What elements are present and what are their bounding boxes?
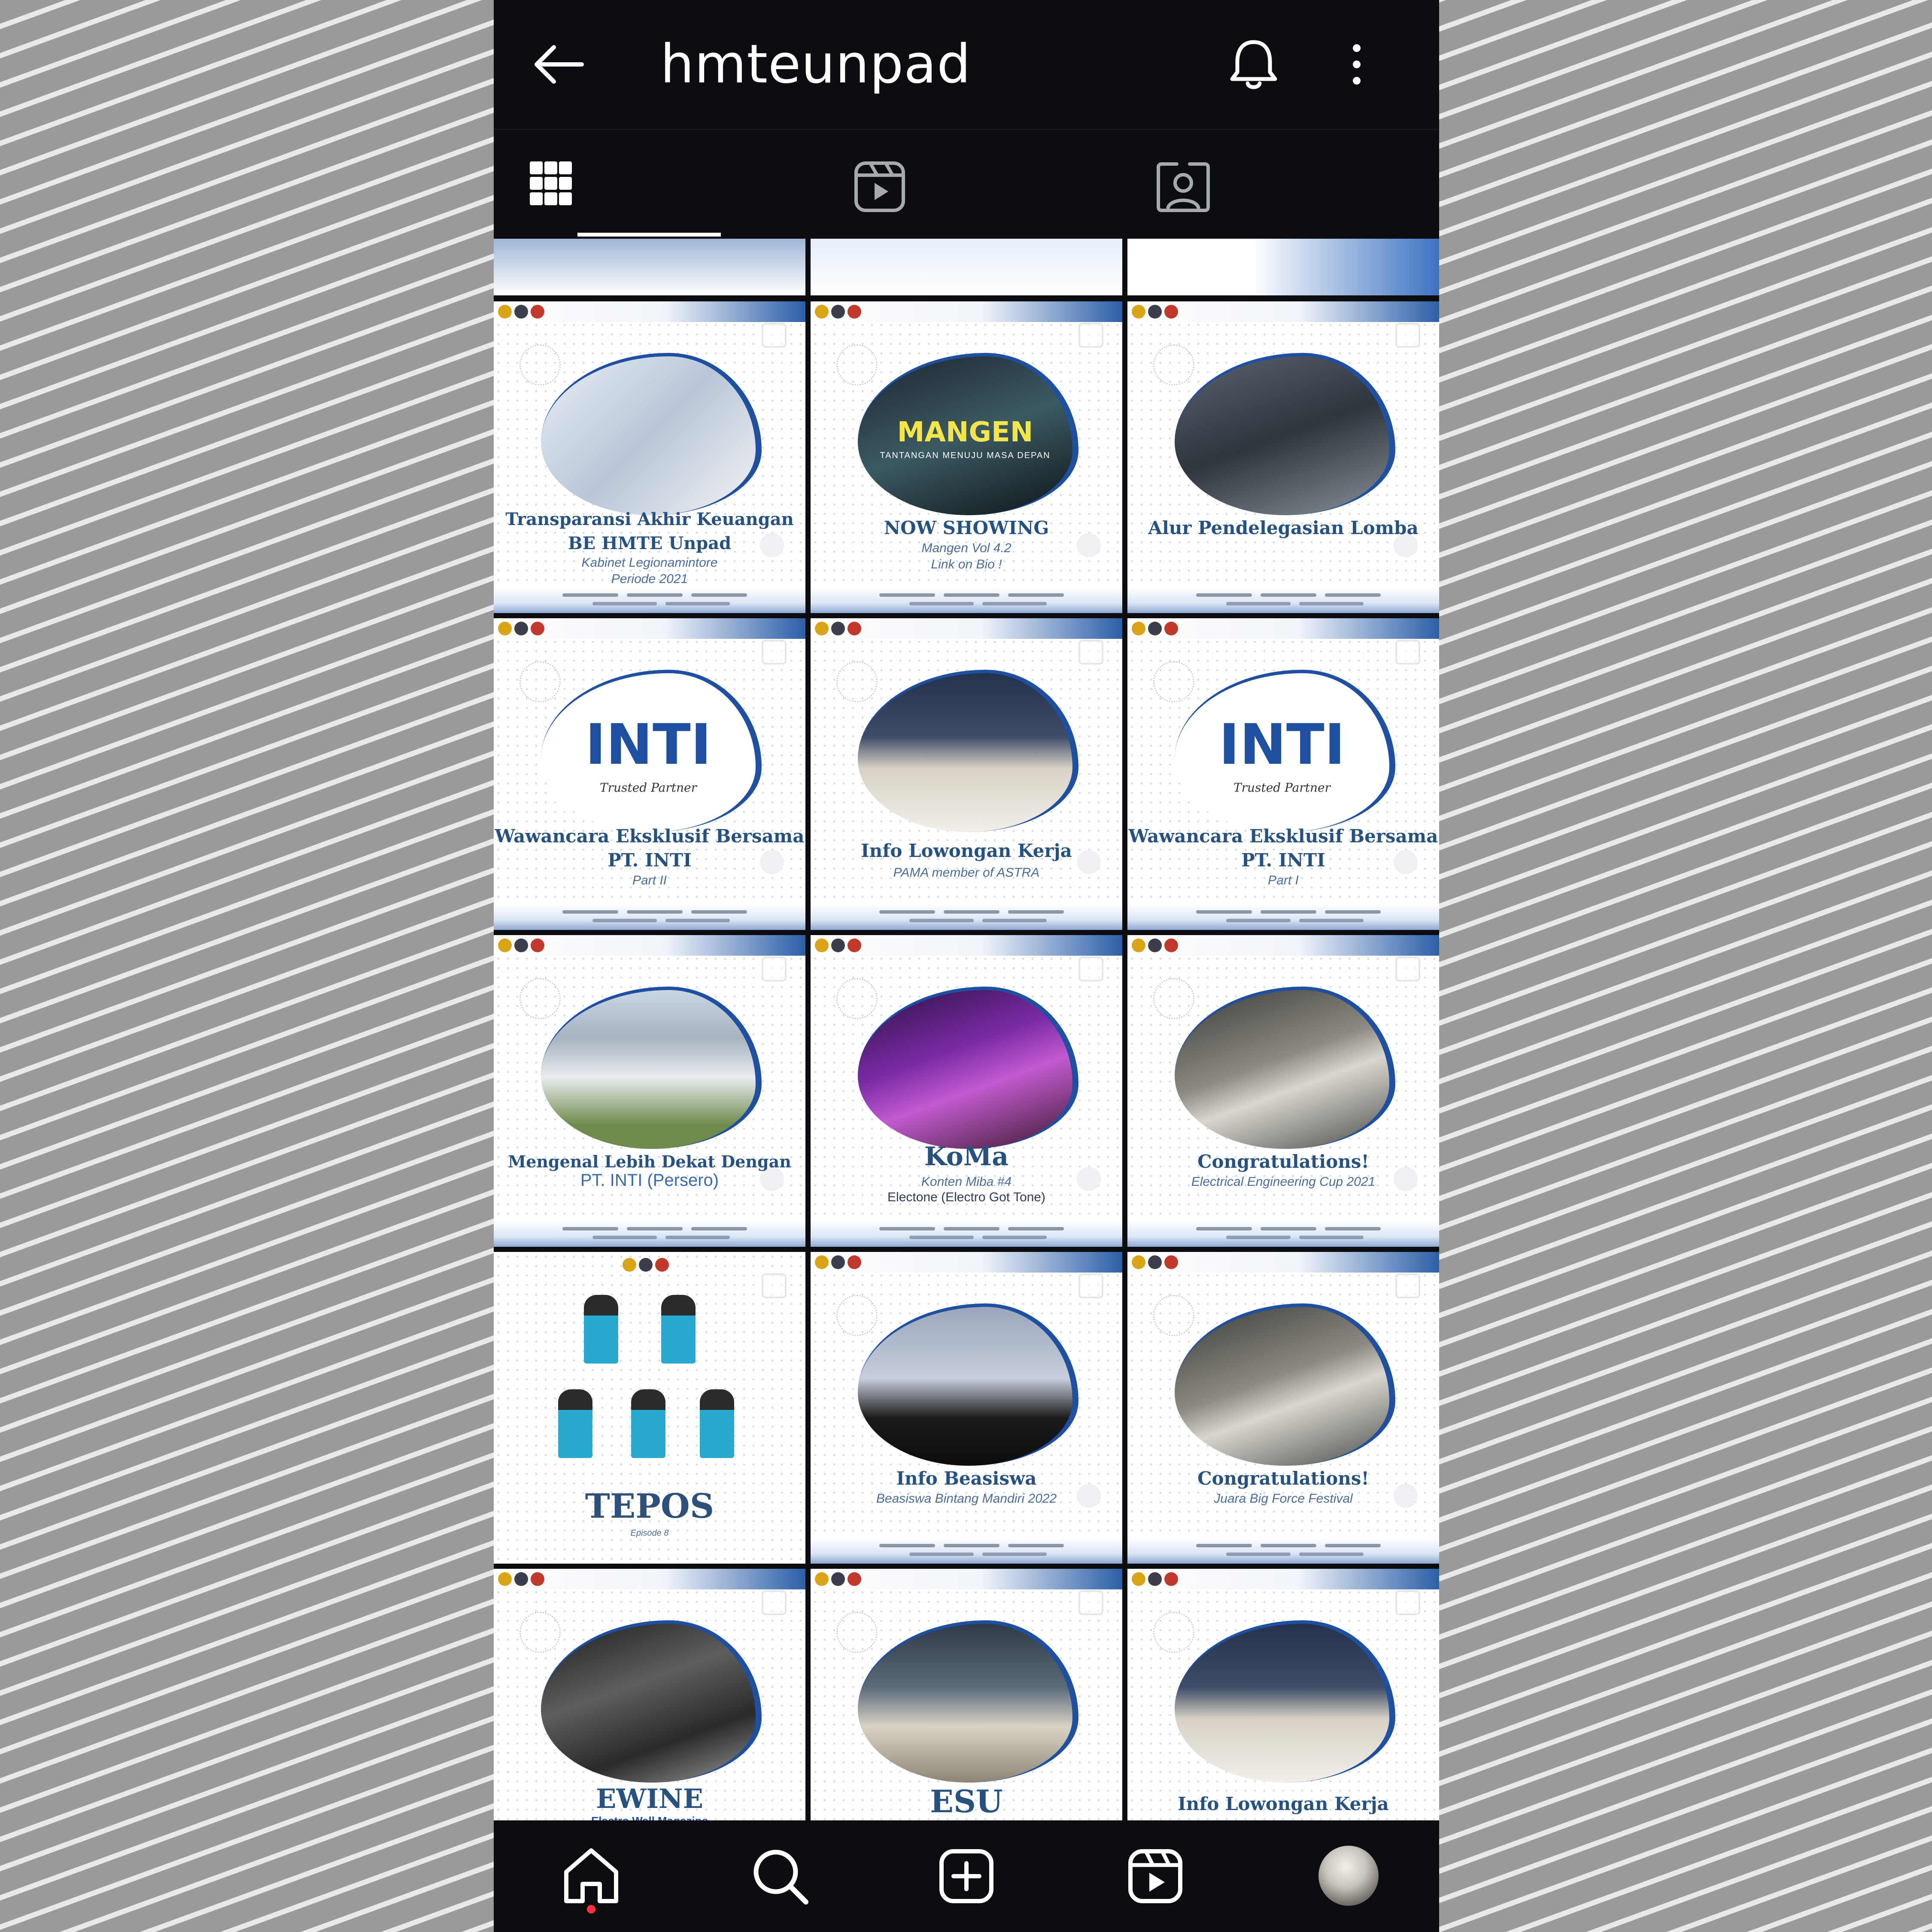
plus-square-icon — [939, 1849, 993, 1903]
image-subtext: TANTANGAN MENUJU MASA DEPAN — [880, 451, 1051, 460]
post-title: Info Lowongan Kerja — [1178, 1793, 1389, 1814]
post-thumbnail-partial[interactable] — [811, 239, 1122, 295]
post-subtitle: Beasiswa Bintang Mandiri 2022 — [876, 1492, 1057, 1506]
phone-screen: hmteunpad Transparansi Akhir Keuangan BE… — [494, 0, 1439, 1932]
reel-icon — [762, 1273, 787, 1298]
image-text: MANGEN — [897, 416, 1033, 448]
multiple-photos-icon — [1078, 1273, 1103, 1298]
bottom-navigation — [494, 1820, 1439, 1932]
post-subtitle-2: Electone (Electro Got Tone) — [887, 1190, 1045, 1204]
post-thumbnail[interactable]: ESU — [811, 1569, 1122, 1820]
multiple-photos-icon — [1395, 1273, 1420, 1298]
post-thumbnail[interactable]: Info Lowongan Kerja — [1127, 1569, 1439, 1820]
post-thumbnail[interactable]: Info Lowongan Kerja PAMA member of ASTRA — [811, 618, 1122, 930]
post-thumbnail[interactable]: TEPOS Episode 8 — [494, 1252, 805, 1564]
post-thumbnail[interactable]: Info Beasiswa Beasiswa Bintang Mandiri 2… — [811, 1252, 1122, 1564]
post-thumbnail[interactable]: Transparansi Akhir Keuangan BE HMTE Unpa… — [494, 301, 805, 613]
bell-icon — [1230, 40, 1277, 89]
post-thumbnail[interactable]: INTI Trusted Partner Wawancara Eksklusif… — [1127, 618, 1439, 930]
post-title: KoMa — [924, 1142, 1009, 1172]
active-tab-indicator — [577, 233, 721, 237]
tab-reels[interactable] — [809, 130, 1124, 240]
reels-icon — [854, 161, 905, 212]
post-thumbnail[interactable]: INTI Trusted Partner Wawancara Eksklusif… — [494, 618, 805, 930]
profile-tabs — [494, 129, 1439, 240]
reels-icon — [1128, 1849, 1182, 1903]
search-icon — [753, 1850, 808, 1905]
post-subtitle: Konten Miba #4 — [921, 1175, 1012, 1189]
multiple-photos-icon — [1395, 323, 1420, 348]
post-title: Congratulations! — [1197, 1151, 1369, 1172]
nav-home-button[interactable] — [557, 1842, 626, 1911]
image-subtext: Trusted Partner — [599, 781, 697, 795]
activity-dot — [587, 1905, 595, 1914]
post-title: Info Beasiswa — [896, 1468, 1037, 1489]
post-subtitle-2: Link on Bio ! — [931, 557, 1002, 571]
post-subtitle: Kabinet Legionamintore — [581, 556, 718, 570]
post-thumbnail[interactable]: Congratulations! Juara Big Force Festiva… — [1127, 1252, 1439, 1564]
back-button[interactable] — [528, 39, 588, 90]
tab-posts[interactable] — [494, 130, 809, 240]
post-subtitle: PAMA member of ASTRA — [893, 866, 1040, 880]
more-options-button[interactable] — [1335, 34, 1378, 94]
post-subtitle: Mangen Vol 4.2 — [921, 541, 1012, 555]
post-title: NOW SHOWING — [884, 517, 1049, 538]
post-title: EWINE — [596, 1783, 703, 1814]
tagged-user-icon — [1157, 162, 1210, 212]
post-subtitle: Part II — [632, 873, 667, 887]
post-thumbnail[interactable]: MANGEN TANTANGAN MENUJU MASA DEPAN NOW S… — [811, 301, 1122, 613]
post-subtitle: Electrical Engineering Cup 2021 — [1191, 1175, 1376, 1189]
post-title: Info Lowongan Kerja — [861, 840, 1072, 861]
image-text: INTI — [585, 712, 712, 777]
post-thumbnail[interactable]: EWINE Electro Wall Magazine — [494, 1569, 805, 1820]
post-subtitle: PT. INTI (Persero) — [580, 1171, 719, 1190]
post-title: Congratulations! — [1197, 1468, 1369, 1489]
post-thumbnail[interactable]: Mengenal Lebih Dekat Dengan PT. INTI (Pe… — [494, 935, 805, 1247]
post-title: Mengenal Lebih Dekat Dengan — [508, 1152, 791, 1171]
post-thumbnail[interactable]: Alur Pendelegasian Lomba — [1127, 301, 1439, 613]
nav-profile-avatar[interactable] — [1317, 1844, 1380, 1908]
multiple-photos-icon — [1078, 323, 1103, 348]
reel-icon — [1395, 640, 1420, 665]
multiple-photos-icon — [1078, 957, 1103, 981]
post-title: ESU — [930, 1783, 1003, 1820]
vertical-dots-icon — [1353, 44, 1361, 85]
arrow-left-icon — [535, 45, 584, 84]
multiple-photos-icon — [762, 957, 787, 981]
post-thumbnail-partial[interactable] — [1127, 239, 1439, 295]
nav-search-button[interactable] — [746, 1842, 814, 1911]
posts-grid: Transparansi Akhir Keuangan BE HMTE Unpa… — [494, 239, 1439, 1820]
notifications-button[interactable] — [1224, 34, 1284, 94]
multiple-photos-icon — [1078, 640, 1103, 665]
image-subtext: Trusted Partner — [1233, 781, 1331, 795]
post-thumbnail-partial[interactable] — [494, 239, 805, 295]
post-subtitle: Episode 8 — [630, 1528, 669, 1538]
post-title: Alur Pendelegasian Lomba — [1148, 517, 1419, 538]
post-subtitle-2: Periode 2021 — [611, 572, 688, 586]
multiple-photos-icon — [1395, 957, 1420, 981]
multiple-photos-icon — [762, 1590, 787, 1615]
profile-username: hmteunpad — [660, 33, 971, 95]
multiple-photos-icon — [1078, 1590, 1103, 1615]
home-icon — [564, 1848, 618, 1903]
post-title: Wawancara Eksklusif Bersama PT. INTI — [1128, 826, 1438, 871]
multiple-photos-icon — [762, 323, 787, 348]
grid-icon — [530, 161, 572, 205]
post-subtitle: Part I — [1268, 873, 1299, 887]
post-thumbnail[interactable]: KoMa Konten Miba #4 Electone (Electro Go… — [811, 935, 1122, 1247]
tab-tagged[interactable] — [1124, 130, 1439, 240]
profile-header: hmteunpad — [494, 0, 1439, 129]
post-subtitle: Electro Wall Magazine — [494, 1813, 805, 1820]
post-title: TEPOS — [585, 1487, 714, 1526]
post-thumbnail[interactable]: Congratulations! Electrical Engineering … — [1127, 935, 1439, 1247]
post-title: Wawancara Eksklusif Bersama PT. INTI — [495, 826, 805, 871]
post-title: Transparansi Akhir Keuangan BE HMTE Unpa… — [505, 509, 794, 553]
nav-reels-button[interactable] — [1121, 1842, 1190, 1911]
reel-icon — [762, 640, 787, 665]
image-text: INTI — [1218, 712, 1346, 777]
multiple-photos-icon — [1395, 1590, 1420, 1615]
post-subtitle: Juara Big Force Festival — [1214, 1492, 1353, 1506]
nav-create-button[interactable] — [932, 1842, 1001, 1911]
